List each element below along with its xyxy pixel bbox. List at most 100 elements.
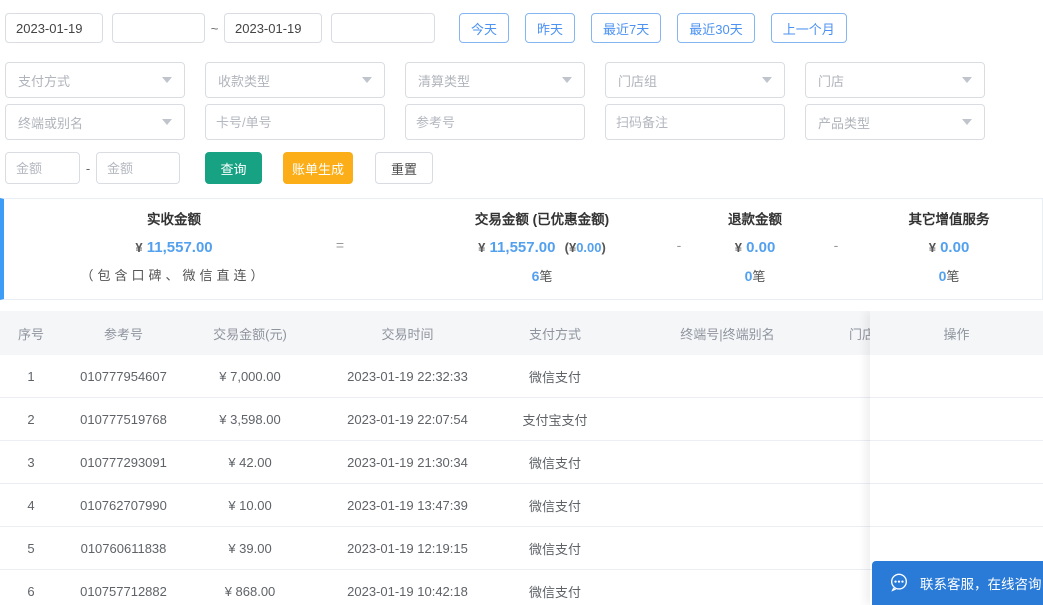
transaction-count: 6笔 <box>392 267 692 286</box>
cell-no: 6 <box>27 583 35 599</box>
transaction-label: 交易金额 (已优惠金额) <box>474 212 610 227</box>
header-no: 序号 <box>17 326 44 342</box>
discount-amount-value: 0.00 <box>576 240 602 255</box>
chevron-down-icon <box>162 119 172 125</box>
customer-service-label: 联系客服，在线咨询 <box>920 577 1042 592</box>
cell-payment-method: 支付宝支付 <box>522 412 588 428</box>
select-filter-row: 支付方式 收款类型 清算类型 门店组 门店 <box>5 62 1005 98</box>
currency-symbol: ¥ <box>928 240 936 255</box>
product-type-select[interactable]: 产品类型 <box>805 104 985 140</box>
end-time-input[interactable] <box>331 13 435 43</box>
start-time-input[interactable] <box>112 13 205 43</box>
amount-min-input[interactable] <box>5 152 80 184</box>
cell-action <box>870 355 1043 398</box>
cell-amount: ¥ 3,598.00 <box>219 411 281 427</box>
transaction-amount-value: 11,557.00 <box>489 239 556 256</box>
transaction-amount: ¥ 11,557.00 (¥0.00) <box>392 237 692 259</box>
terminal-select-label: 终端或别名 <box>18 115 84 131</box>
cell-payment-method: 微信支付 <box>528 498 581 514</box>
chevron-down-icon <box>962 119 972 125</box>
scan-note-input[interactable] <box>605 104 785 140</box>
currency-symbol: ¥ <box>135 240 143 255</box>
cell-time: 2023-01-19 10:42:18 <box>347 583 468 599</box>
summary-other-services: 其它增值服务 ¥ 0.00 0笔 <box>849 199 1043 286</box>
card-number-input[interactable] <box>205 104 385 140</box>
cell-no: 2 <box>27 411 35 427</box>
cell-time: 2023-01-19 22:07:54 <box>347 411 468 427</box>
filter-select[interactable]: 门店组 <box>605 62 785 98</box>
customer-service-button[interactable]: 联系客服，在线咨询 <box>872 561 1043 605</box>
received-note: （包含口碑、微信直连） <box>80 268 268 283</box>
filter-select-label: 收款类型 <box>218 73 271 89</box>
other-services-count-unit: 笔 <box>946 269 960 284</box>
cell-time: 2023-01-19 13:47:39 <box>347 497 468 513</box>
summary-panel: 实收金额 ¥ 11,557.00 （包含口碑、微信直连） = 交易金额 (已优惠… <box>0 198 1043 300</box>
other-services-amount-value: 0.00 <box>940 239 970 256</box>
refund-count-unit: 笔 <box>752 269 766 284</box>
cell-action <box>870 484 1043 527</box>
currency-symbol: ¥ <box>478 240 486 255</box>
start-date-input[interactable] <box>5 13 103 43</box>
quick-range-button[interactable]: 上一个月 <box>770 13 847 43</box>
generate-bill-button[interactable]: 账单生成 <box>283 152 353 184</box>
cell-payment-method: 微信支付 <box>528 369 581 385</box>
transaction-query-page: ~ 今天 昨天 最近7天 最近30天 上一个月 支付方式 <box>0 0 1043 605</box>
quick-range-button[interactable]: 昨天 <box>525 13 576 43</box>
date-filter-row: ~ 今天 昨天 最近7天 最近30天 上一个月 <box>5 13 847 43</box>
cell-no: 1 <box>27 368 35 384</box>
cell-amount: ¥ 42.00 <box>228 454 272 470</box>
header-payment-method: 支付方式 <box>528 326 581 342</box>
transaction-count-unit: 笔 <box>539 269 553 284</box>
amount-max-input[interactable] <box>96 152 180 184</box>
minus-operator: - <box>833 237 839 253</box>
cell-payment-method: 微信支付 <box>528 584 581 600</box>
header-terminal: 终端号|终端别名 <box>680 326 775 342</box>
cell-amount: ¥ 10.00 <box>228 497 272 513</box>
cell-reference-number: 010777519768 <box>80 411 167 427</box>
cell-amount: ¥ 868.00 <box>224 583 276 599</box>
end-date-input[interactable] <box>224 13 322 43</box>
cell-action <box>870 441 1043 484</box>
chat-bubble-icon <box>890 573 908 592</box>
filter-select[interactable]: 门店 <box>805 62 985 98</box>
filter-select-label: 清算类型 <box>418 73 471 89</box>
received-label: 实收金额 <box>147 212 201 227</box>
refund-label: 退款金额 <box>728 212 782 227</box>
filter-select[interactable]: 收款类型 <box>205 62 385 98</box>
cell-no: 4 <box>27 497 35 513</box>
chevron-down-icon <box>562 77 572 83</box>
quick-range-button[interactable]: 最近7天 <box>591 13 662 43</box>
reference-number-input[interactable] <box>405 104 585 140</box>
summary-refund: 退款金额 ¥ 0.00 0笔 <box>695 199 815 286</box>
terminal-or-alias-select[interactable]: 终端或别名 <box>5 104 185 140</box>
chevron-down-icon <box>762 77 772 83</box>
filter-select[interactable]: 清算类型 <box>405 62 585 98</box>
cell-reference-number: 010757712882 <box>80 583 167 599</box>
quick-range-button[interactable]: 今天 <box>459 13 510 43</box>
filter-select[interactable]: 支付方式 <box>5 62 185 98</box>
other-services-count: 0笔 <box>849 267 1043 286</box>
header-amount: 交易金额(元) <box>213 326 287 342</box>
other-services-label: 其它增值服务 <box>908 212 990 227</box>
cell-action <box>870 398 1043 441</box>
cell-no: 3 <box>27 454 35 470</box>
quick-range-button[interactable]: 最近30天 <box>677 13 755 43</box>
date-range-separator: ~ <box>210 20 219 36</box>
received-amount: ¥ 11,557.00 <box>24 237 324 259</box>
amount-range-separator: - <box>85 160 91 176</box>
summary-transaction: 交易金额 (已优惠金额) ¥ 11,557.00 (¥0.00) 6笔 <box>392 199 692 286</box>
query-button[interactable]: 查询 <box>205 152 262 184</box>
reset-button[interactable]: 重置 <box>375 152 433 184</box>
chevron-down-icon <box>362 77 372 83</box>
refund-amount-value: 0.00 <box>746 239 776 256</box>
text-filter-row: 终端或别名 产品类型 <box>5 104 1005 140</box>
other-services-amount: ¥ 0.00 <box>849 237 1043 259</box>
cell-time: 2023-01-19 22:32:33 <box>347 368 468 384</box>
filter-select-label: 门店 <box>818 73 845 89</box>
cell-reference-number: 010762707990 <box>80 497 167 513</box>
chevron-down-icon <box>962 77 972 83</box>
currency-symbol: ¥ <box>734 240 742 255</box>
summary-received: 实收金额 ¥ 11,557.00 （包含口碑、微信直连） <box>24 199 324 285</box>
received-amount-value: 11,557.00 <box>146 239 213 256</box>
cell-time: 2023-01-19 12:19:15 <box>347 540 468 556</box>
